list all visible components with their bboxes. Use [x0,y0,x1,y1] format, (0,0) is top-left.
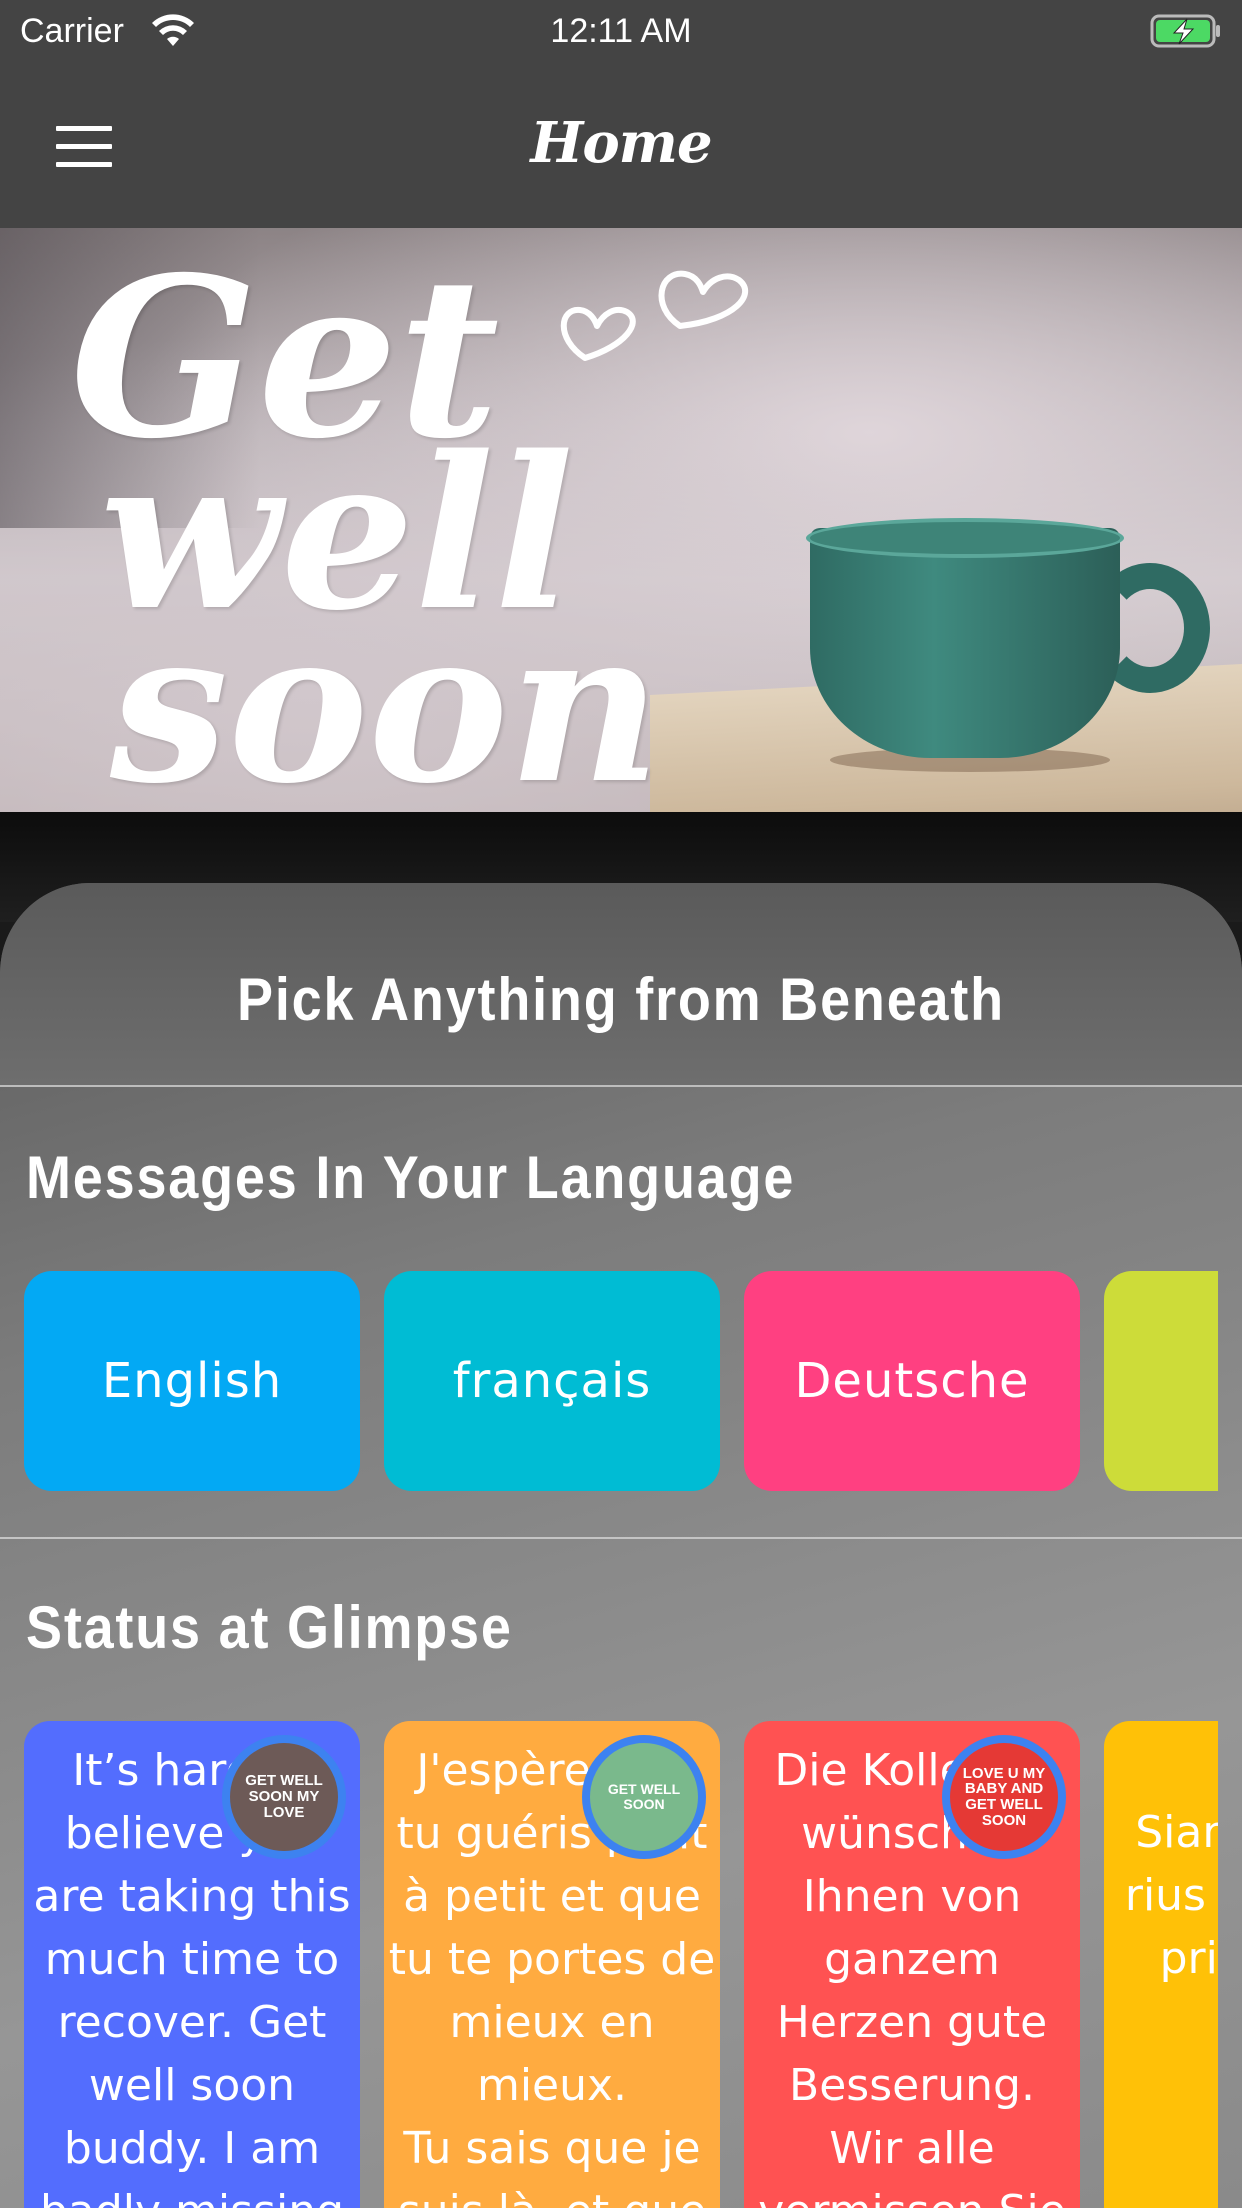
panel-header: Pick Anything from Beneath [0,883,1242,1087]
language-card-english[interactable]: English [24,1271,360,1491]
status-card-english[interactable]: It’s hard to believe you are taking this… [24,1721,360,2208]
section-divider [0,1537,1242,1539]
language-label: Deutsche [794,1353,1030,1409]
language-card-next[interactable] [1104,1271,1218,1491]
hero-line-3: soon [110,582,662,812]
status-avatar: GET WELL SOON [582,1735,706,1859]
status-list[interactable]: It’s hard to believe you are taking this… [24,1721,1218,2208]
language-label: français [452,1353,652,1409]
language-list[interactable]: English français Deutsche [24,1271,1218,1491]
status-card-french[interactable]: J'espère que tu guéris petit à petit et … [384,1721,720,2208]
language-label: English [101,1353,283,1409]
status-avatar: LOVE U MY BABY AND GET WELL SOON [942,1735,1066,1859]
status-avatar: GET WELL SOON MY LOVE [222,1735,346,1859]
clock: 12:11 AM [550,12,692,50]
language-card-french[interactable]: français [384,1271,720,1491]
battery-charging-icon [1150,14,1222,52]
hero-banner: Get well soon [0,228,1242,812]
languages-section-title: Messages In Your Language [26,1144,796,1211]
status-card-german[interactable]: Die Kollegen wünschen Ihnen von ganzem H… [744,1721,1080,2208]
page-title: Home [530,110,712,176]
hearts-icon [555,248,775,382]
status-text: Siamo che ti rius esser sto prima qua [1124,1807,1218,1984]
content-panel: Pick Anything from Beneath Messages In Y… [0,883,1242,2208]
language-card-german[interactable]: Deutsche [744,1271,1080,1491]
status-bar: Carrier 12:11 AM [0,0,1242,62]
status-section-title: Status at Glimpse [26,1594,513,1661]
status-card-italian[interactable]: Siamo che ti rius esser sto prima qua [1104,1721,1218,2208]
navigation-bar: Home [0,62,1242,228]
teacup-image [810,528,1120,758]
panel-heading: Pick Anything from Beneath [237,966,1005,1033]
